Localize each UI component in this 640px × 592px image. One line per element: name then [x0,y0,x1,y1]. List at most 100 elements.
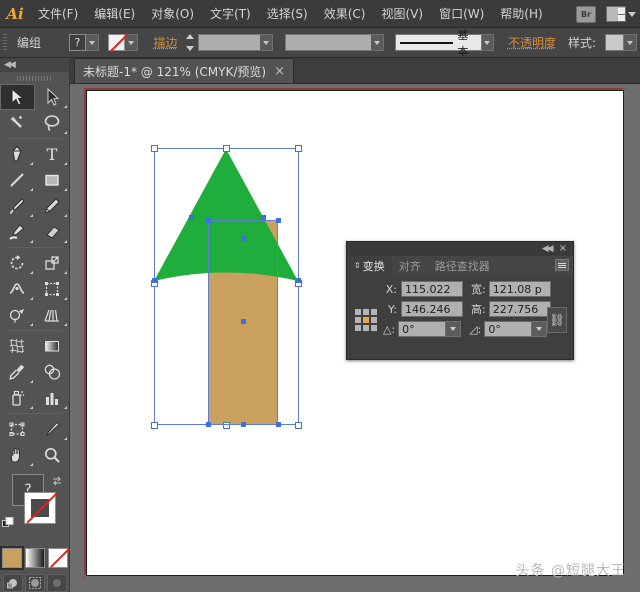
menu-item-effect[interactable]: 效果(C) [316,0,374,28]
perspective-grid-tool[interactable] [35,302,70,328]
brush-definition-preview[interactable]: 基本 [395,34,482,51]
draw-normal-button[interactable] [3,574,23,592]
variable-width-profile-input[interactable] [285,34,371,51]
close-icon[interactable]: × [559,244,567,254]
anchor-point[interactable] [189,215,194,220]
constrain-proportions-icon[interactable]: ⛓ [547,307,567,333]
mesh-tool[interactable] [0,333,35,359]
ref-point[interactable] [355,309,361,315]
anchor-point[interactable] [206,218,211,223]
graphic-style-swatch[interactable] [605,34,624,51]
rotate-dropdown[interactable] [446,321,461,337]
tab-pathfinder[interactable]: 路径查找器 [428,256,497,275]
graphic-style-dropdown[interactable] [624,34,637,51]
selection-handle-se[interactable] [295,422,302,429]
slice-tool[interactable] [35,416,70,442]
rotate-tool[interactable] [0,250,35,276]
y-input[interactable]: 146.246 [401,301,463,317]
fill-dropdown-button[interactable] [86,34,99,51]
anchor-point[interactable] [152,278,157,283]
width-tool[interactable] [0,276,35,302]
selection-handle-nw[interactable] [151,145,158,152]
stroke-weight-dropdown[interactable] [260,34,273,51]
anchor-point[interactable] [276,218,281,223]
ref-point[interactable] [371,309,377,315]
transform-panel[interactable]: ◀◀ × ⇕ 变换 对齐 路径查找器 X: 115.022 宽: 121.08 … [346,241,574,360]
none-button[interactable] [48,548,68,568]
workspace-switcher[interactable] [606,6,636,22]
stroke-swatch-control[interactable] [108,34,138,51]
panel-menu-icon[interactable] [555,259,569,271]
menu-item-window[interactable]: 窗口(W) [431,0,492,28]
ref-point[interactable] [363,325,369,331]
shape-builder-tool[interactable] [0,302,35,328]
variable-width-dropdown[interactable] [371,34,384,51]
free-transform-tool[interactable] [35,276,70,302]
toolbox-grip[interactable] [0,72,69,84]
paintbrush-tool[interactable] [0,193,35,219]
selection-handle-sw[interactable] [151,422,158,429]
gradient-tool[interactable] [35,333,70,359]
fill-swatch[interactable]: ? [69,34,86,51]
stroke-dropdown-button[interactable] [125,34,138,51]
bridge-icon[interactable]: Br [576,6,596,23]
anchor-point[interactable] [206,422,211,427]
hand-tool[interactable] [0,442,35,468]
stroke-swatch-none[interactable] [108,34,125,51]
shear-dropdown[interactable] [532,321,547,337]
height-input[interactable]: 227.756 [489,301,551,317]
stroke-variable-width-group[interactable] [285,34,384,51]
width-input[interactable]: 121.08 p [489,281,551,297]
pencil-tool[interactable] [35,193,70,219]
gradient-button[interactable] [25,548,45,568]
brush-definition-group[interactable]: 基本 [395,34,493,51]
zoom-tool[interactable] [35,442,70,468]
draw-inside-button[interactable] [47,574,67,592]
menu-item-file[interactable]: 文件(F) [30,0,86,28]
selection-tool[interactable] [0,84,35,110]
collapse-icon[interactable]: ◀◀ [542,244,552,254]
default-fill-stroke-icon[interactable] [2,514,14,526]
eyedropper-tool[interactable] [0,359,35,385]
blend-tool[interactable] [35,359,70,385]
graphic-style-group[interactable] [605,34,637,51]
panel-title-bar[interactable]: ◀◀ × [347,242,573,256]
anchor-point[interactable] [296,278,301,283]
control-bar-grip[interactable] [0,28,9,58]
stroke-weight-stepper[interactable] [186,34,196,51]
tab-transform[interactable]: ⇕ 变换 [347,256,392,275]
stroke-color-swatch[interactable] [24,492,56,524]
fill-swatch-control[interactable]: ? [69,34,99,51]
menu-item-type[interactable]: 文字(T) [202,0,259,28]
draw-behind-button[interactable] [25,574,45,592]
menu-item-view[interactable]: 视图(V) [373,0,431,28]
toolbox-header[interactable]: ◀◀ [0,58,69,72]
collapse-icon[interactable]: ◀◀ [4,60,14,70]
ref-point[interactable] [363,309,369,315]
stroke-weight-label[interactable]: 描边 [148,34,184,51]
lasso-tool[interactable] [35,110,70,136]
tab-align[interactable]: 对齐 [392,256,428,275]
anchor-point[interactable] [276,422,281,427]
x-input[interactable]: 115.022 [401,281,463,297]
close-icon[interactable]: × [274,65,285,78]
anchor-point-center[interactable] [241,319,246,324]
anchor-point[interactable] [241,422,246,427]
eraser-tool[interactable] [35,219,70,245]
ref-point-selected[interactable] [363,317,369,323]
stroke-weight-field-group[interactable] [198,34,273,51]
symbol-sprayer-tool[interactable] [0,385,35,411]
stroke-weight-input[interactable] [198,34,260,51]
swap-fill-stroke-icon[interactable] [51,472,63,484]
ref-point[interactable] [355,325,361,331]
opacity-label[interactable]: 不透明度 [502,34,562,51]
shear-input[interactable]: 0° [484,321,532,337]
brush-definition-dropdown[interactable] [482,34,494,51]
type-tool[interactable]: T [35,141,70,167]
selection-handle-ne[interactable] [295,145,302,152]
scale-tool[interactable] [35,250,70,276]
anchor-point[interactable] [241,236,246,241]
anchor-point[interactable] [261,215,266,220]
ref-point[interactable] [371,325,377,331]
blob-brush-tool[interactable] [0,219,35,245]
